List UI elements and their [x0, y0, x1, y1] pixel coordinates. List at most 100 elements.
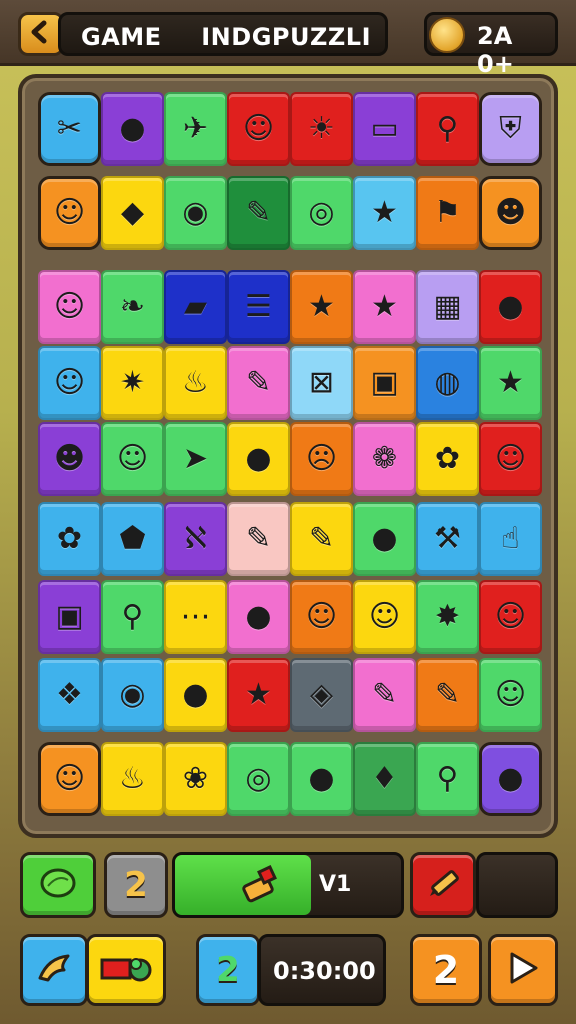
orange-leaf-icon: ●	[119, 111, 146, 146]
puzzle-tile[interactable]: ☻	[479, 176, 542, 250]
puzzle-tile[interactable]: ★	[353, 176, 416, 250]
puzzle-tile[interactable]: ☺	[479, 658, 542, 732]
puzzle-tile[interactable]: ℵ	[164, 502, 227, 576]
puzzle-tile[interactable]: ⚲	[101, 580, 164, 654]
puzzle-tile[interactable]: ✈	[164, 92, 227, 166]
tile-row: ✂ ● ✈ ☺ ☀ ▭ ⚲ ⛨	[38, 92, 542, 166]
puzzle-tile[interactable]: ☺	[38, 176, 101, 250]
puzzle-tile[interactable]: ☺	[227, 92, 290, 166]
puzzle-tile[interactable]: ✎	[227, 346, 290, 420]
puzzle-tile[interactable]: ●	[227, 580, 290, 654]
puzzle-tile[interactable]: ❀	[164, 742, 227, 816]
lime-button[interactable]	[20, 852, 96, 918]
tool-icon: ⚒	[434, 521, 461, 556]
puzzle-tile[interactable]: ⊠	[290, 346, 353, 420]
puzzle-tile[interactable]: ✎	[227, 176, 290, 250]
puzzle-tile[interactable]: ✸	[416, 580, 479, 654]
puzzle-tile[interactable]: ♨	[164, 346, 227, 420]
puzzle-tile[interactable]: ☺	[353, 580, 416, 654]
puzzle-tile[interactable]: ☺	[38, 742, 101, 816]
puzzle-tile[interactable]: ♨	[101, 742, 164, 816]
puzzle-tile[interactable]: ☻	[38, 422, 101, 496]
puzzle-tile[interactable]: ⚑	[416, 176, 479, 250]
coin-counter[interactable]: 2A 0+	[424, 12, 558, 78]
magnifier-icon: ⚲	[436, 111, 459, 146]
puzzle-tile[interactable]: ❁	[353, 422, 416, 496]
count-a-button[interactable]: 2	[104, 852, 168, 918]
puzzle-tile[interactable]: ★	[479, 346, 542, 420]
puzzle-tile[interactable]: ☺	[290, 580, 353, 654]
puzzle-tile[interactable]: ▭	[353, 92, 416, 166]
lens-icon: ⚲	[121, 599, 144, 634]
puzzle-tile[interactable]: ✎	[290, 502, 353, 576]
puzzle-tile[interactable]: ☀	[290, 92, 353, 166]
hand-icon: ☝	[501, 521, 520, 556]
gift-button[interactable]	[86, 934, 166, 1006]
puzzle-tile[interactable]: ◈	[290, 658, 353, 732]
puzzle-tile[interactable]: ⚒	[416, 502, 479, 576]
puzzle-tile[interactable]: ★	[353, 270, 416, 344]
puzzle-tile[interactable]: ◆	[101, 176, 164, 250]
puzzle-tile[interactable]: ☺	[38, 346, 101, 420]
snowflake-icon: ✸	[434, 599, 461, 634]
crayon-button[interactable]	[410, 852, 476, 918]
puzzle-tile[interactable]: ✂	[38, 92, 101, 166]
puzzle-tile[interactable]: ☹	[290, 422, 353, 496]
puzzle-tile[interactable]: ✷	[101, 346, 164, 420]
count-c-button[interactable]: 2	[410, 934, 482, 1006]
puzzle-tile[interactable]: ◎	[227, 742, 290, 816]
puzzle-tile[interactable]: ▣	[38, 580, 101, 654]
bird-button[interactable]	[20, 934, 88, 1006]
puzzle-tile[interactable]: ●	[290, 742, 353, 816]
puzzle-tile[interactable]: ◉	[101, 658, 164, 732]
puzzle-tile[interactable]: ●	[479, 742, 542, 816]
cat-face-icon: ☺	[53, 289, 86, 324]
puzzle-tile[interactable]: ✎	[227, 502, 290, 576]
puzzle-tile[interactable]: ➤	[164, 422, 227, 496]
puzzle-tile[interactable]: ❧	[101, 270, 164, 344]
puzzle-tile[interactable]: ●	[227, 422, 290, 496]
puzzle-tile[interactable]: ⚲	[416, 742, 479, 816]
puzzle-tile[interactable]: ●	[353, 502, 416, 576]
puzzle-tile[interactable]: ❖	[38, 658, 101, 732]
puzzle-tile[interactable]: ▰	[164, 270, 227, 344]
bubble-icon: ◍	[434, 365, 461, 400]
puzzle-tile[interactable]: ✎	[416, 658, 479, 732]
arrow-cursor-icon: ➤	[182, 441, 209, 476]
tile-row: ☺ ♨ ❀ ◎ ● ♦ ⚲ ●	[38, 742, 542, 816]
puzzle-tile[interactable]: ✿	[416, 422, 479, 496]
puzzle-tile[interactable]: ⬟	[101, 502, 164, 576]
puzzle-tile[interactable]: ✿	[38, 502, 101, 576]
puzzle-tile[interactable]: ⋯	[164, 580, 227, 654]
puzzle-tile[interactable]: ●	[164, 658, 227, 732]
puzzle-tile[interactable]: ★	[290, 270, 353, 344]
progress-pill: V1	[172, 852, 404, 918]
puzzle-tile[interactable]: ☺	[479, 580, 542, 654]
puzzle-tile[interactable]: ☺	[38, 270, 101, 344]
puzzle-tile[interactable]: ✎	[353, 658, 416, 732]
onion-face-icon: ☺	[494, 441, 527, 476]
brush-icon	[239, 865, 281, 909]
puzzle-tile[interactable]: ⚲	[416, 92, 479, 166]
puzzle-tile[interactable]: ◍	[416, 346, 479, 420]
count-b-button[interactable]: 2	[196, 934, 260, 1006]
wrench-icon: ✂	[56, 111, 83, 146]
puzzle-tile[interactable]: ●	[479, 270, 542, 344]
puzzle-tile[interactable]: ⛨	[479, 92, 542, 166]
puzzle-tile[interactable]: ◎	[290, 176, 353, 250]
puzzle-tile[interactable]: ◉	[164, 176, 227, 250]
puzzle-tile[interactable]: ▣	[353, 346, 416, 420]
coin-face-icon	[429, 17, 465, 53]
puzzle-tile[interactable]: ☰	[227, 270, 290, 344]
puzzle-tile[interactable]: ●	[101, 92, 164, 166]
puzzle-tile[interactable]: ☺	[101, 422, 164, 496]
puzzle-tile[interactable]: ★	[227, 658, 290, 732]
flag-block-icon: ▰	[183, 289, 208, 324]
play-button[interactable]	[488, 934, 558, 1006]
puzzle-tile[interactable]: ☝	[479, 502, 542, 576]
puzzle-tile[interactable]: ▦	[416, 270, 479, 344]
play-icon	[506, 950, 540, 990]
puzzle-tile[interactable]: ♦	[353, 742, 416, 816]
puzzle-tile[interactable]: ☺	[479, 422, 542, 496]
bird-icon	[34, 948, 74, 992]
